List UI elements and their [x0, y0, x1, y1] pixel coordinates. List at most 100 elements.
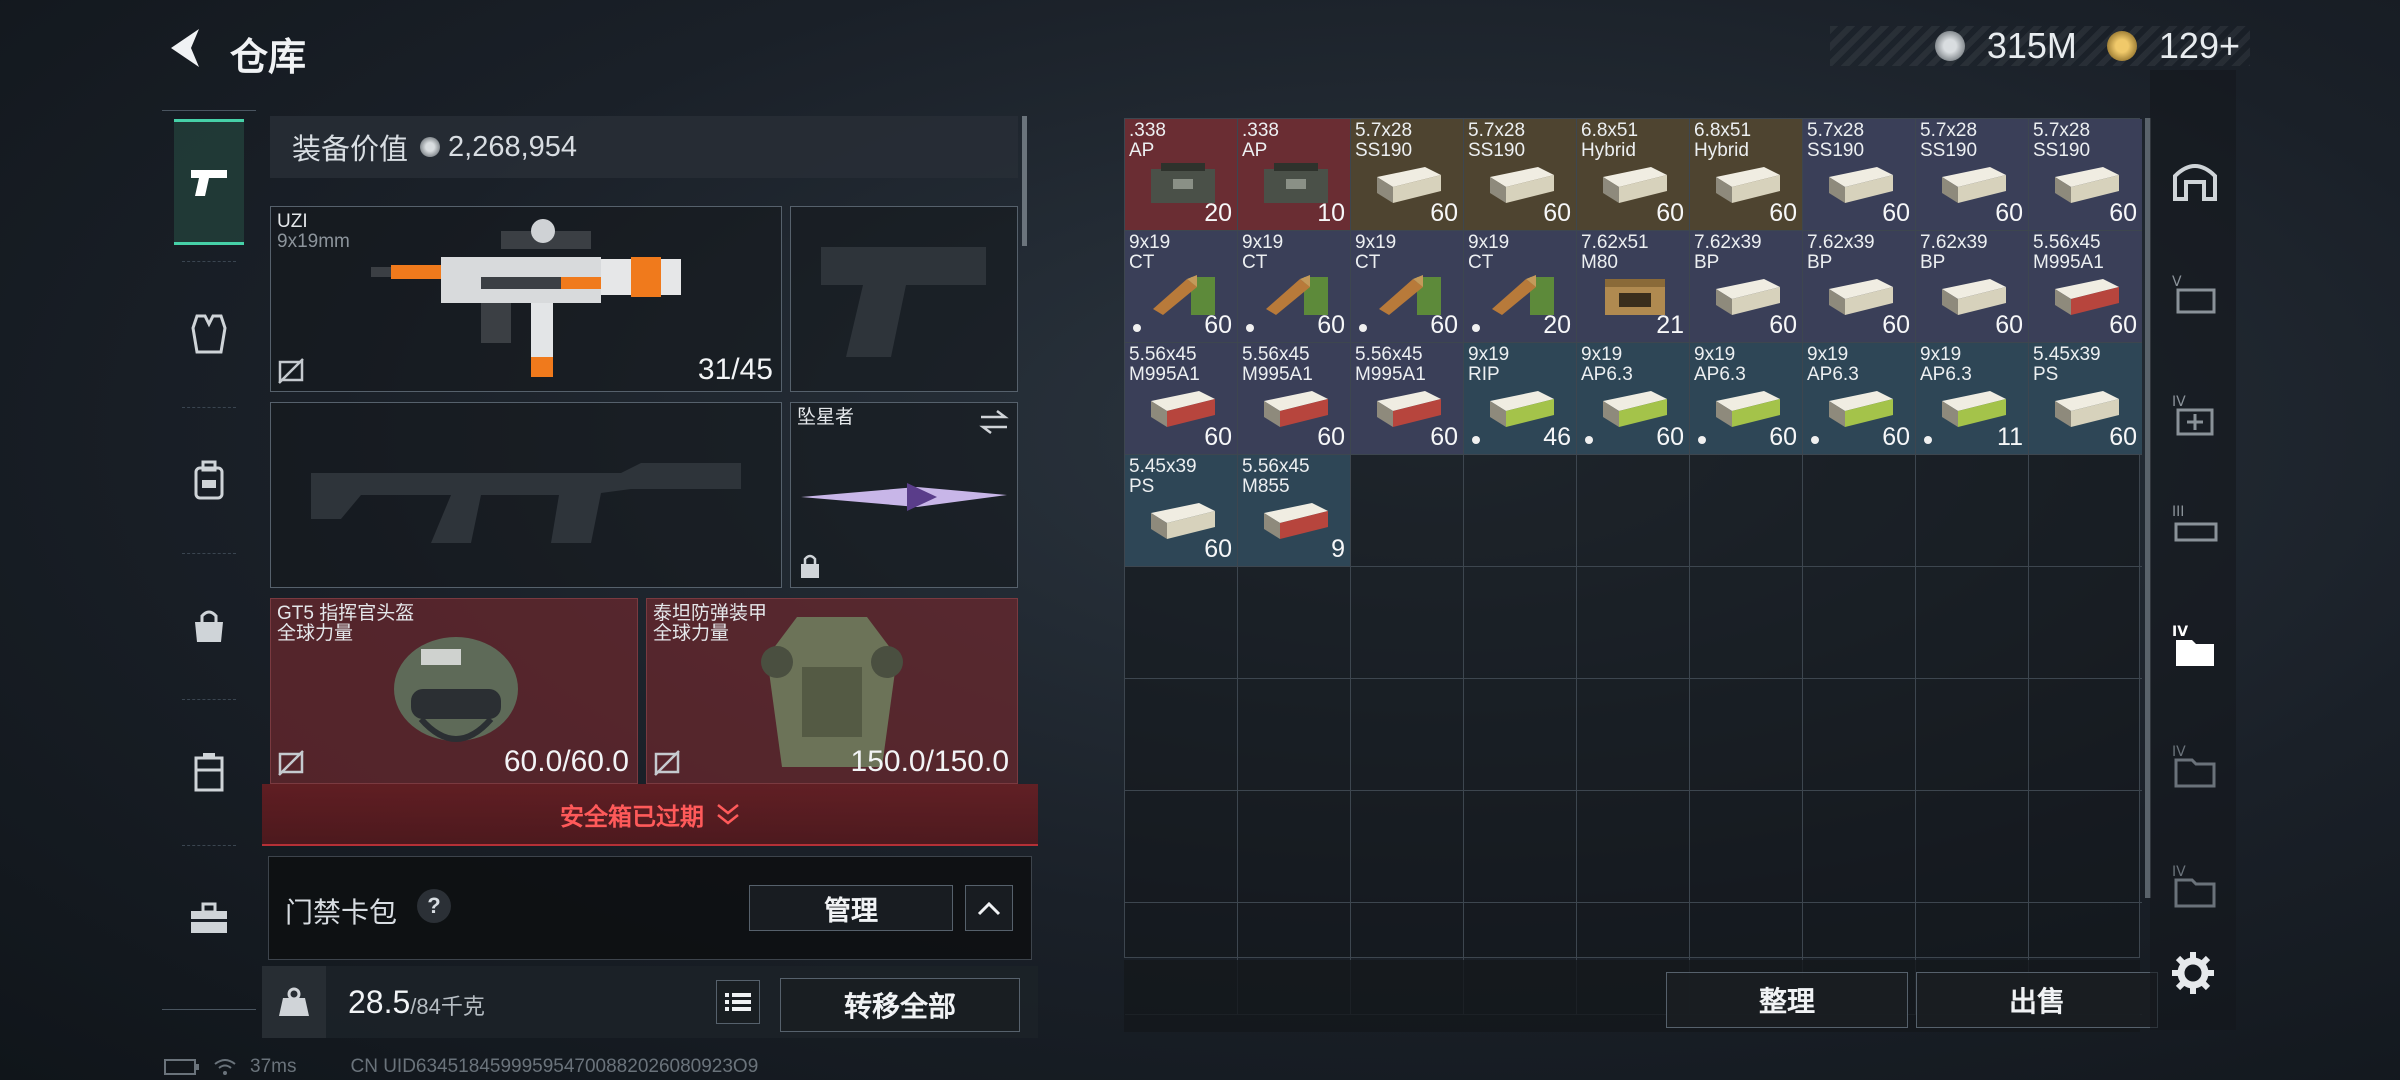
- stash-empty-cell[interactable]: [1803, 455, 1916, 567]
- stash-item[interactable]: 9x19 AP6.3 60: [1690, 343, 1803, 455]
- storage-tab-v-weapons[interactable]: V: [2170, 270, 2220, 320]
- stash-empty-cell[interactable]: [2029, 455, 2142, 567]
- stash-item[interactable]: 9x19 RIP 46: [1464, 343, 1577, 455]
- stash-item[interactable]: 9x19 CT 20: [1464, 231, 1577, 343]
- tab-container[interactable]: [174, 709, 244, 835]
- stash-empty-cell[interactable]: [1803, 679, 1916, 791]
- stash-item[interactable]: 5.56x45 M995A1 60: [1125, 343, 1238, 455]
- settings-button[interactable]: [2170, 950, 2220, 1000]
- stash-empty-cell[interactable]: [1351, 567, 1464, 679]
- storage-tab-main[interactable]: [2170, 154, 2220, 204]
- stash-item[interactable]: 9x19 AP6.3 60: [1577, 343, 1690, 455]
- stash-empty-cell[interactable]: [1577, 679, 1690, 791]
- stash-item[interactable]: 6.8x51 Hybrid 60: [1577, 119, 1690, 231]
- stash-empty-cell[interactable]: [1238, 567, 1351, 679]
- stash-empty-cell[interactable]: [1916, 455, 2029, 567]
- safe-box-expired-banner[interactable]: 安全箱已过期: [262, 784, 1038, 846]
- stash-item[interactable]: 9x19 CT 60: [1238, 231, 1351, 343]
- stash-empty-cell[interactable]: [1803, 791, 1916, 903]
- stash-item[interactable]: 7.62x39 BP 60: [1803, 231, 1916, 343]
- armor-slot[interactable]: 泰坦防弹装甲 全球力量 150.0/150.0: [646, 598, 1018, 784]
- item-quantity: 10: [1317, 199, 1345, 227]
- help-icon[interactable]: ?: [417, 889, 451, 923]
- stash-empty-cell[interactable]: [1577, 791, 1690, 903]
- stash-empty-cell[interactable]: [1125, 567, 1238, 679]
- stash-empty-cell[interactable]: [2029, 679, 2142, 791]
- stash-empty-cell[interactable]: [1690, 791, 1803, 903]
- storage-tab-iv-medical[interactable]: IV: [2170, 390, 2220, 440]
- stash-item[interactable]: 5.7x28 SS190 60: [2029, 119, 2142, 231]
- stash-empty-cell[interactable]: [1577, 455, 1690, 567]
- weight-current: 28.5: [348, 983, 411, 1020]
- stash-item[interactable]: 5.7x28 SS190 60: [1916, 119, 2029, 231]
- stash-empty-cell[interactable]: [1125, 791, 1238, 903]
- stash-empty-cell[interactable]: [1464, 455, 1577, 567]
- stash-empty-cell[interactable]: [1690, 567, 1803, 679]
- tab-vest[interactable]: [174, 271, 244, 397]
- stash-empty-cell[interactable]: [1803, 567, 1916, 679]
- storage-tab-iii-tools[interactable]: III: [2170, 500, 2220, 550]
- stash-item[interactable]: 9x19 AP6.3 11: [1916, 343, 2029, 455]
- stash-empty-cell[interactable]: [1916, 791, 2029, 903]
- card-pack-row: 门禁卡包 ? 管理: [268, 856, 1032, 960]
- stash-item[interactable]: 5.7x28 SS190 60: [1464, 119, 1577, 231]
- stash-empty-cell[interactable]: [1464, 679, 1577, 791]
- stash-item[interactable]: .338 AP 20: [1125, 119, 1238, 231]
- stash-empty-cell[interactable]: [1690, 679, 1803, 791]
- stash-empty-cell[interactable]: [1690, 455, 1803, 567]
- stash-item[interactable]: 6.8x51 Hybrid 60: [1690, 119, 1803, 231]
- stash-empty-cell[interactable]: [1351, 791, 1464, 903]
- stash-empty-cell[interactable]: [1464, 567, 1577, 679]
- item-quantity: 60: [1882, 423, 1910, 451]
- item-caliber: 6.8x51: [1581, 120, 1639, 141]
- back-button[interactable]: [160, 22, 210, 74]
- storage-tab-iv-3[interactable]: IV: [2170, 860, 2220, 910]
- melee-slot[interactable]: 坠星者: [790, 402, 1018, 588]
- tab-backpack[interactable]: [174, 417, 244, 543]
- storage-tab-iv-2[interactable]: IV: [2170, 740, 2220, 790]
- transfer-all-button[interactable]: 转移全部: [780, 978, 1020, 1032]
- stash-empty-cell[interactable]: [1351, 455, 1464, 567]
- item-type: SS190: [1807, 140, 1865, 161]
- stash-empty-cell[interactable]: [2029, 791, 2142, 903]
- stash-empty-cell[interactable]: [1125, 679, 1238, 791]
- stash-item[interactable]: 5.56x45 M995A1 60: [1351, 343, 1464, 455]
- stash-item[interactable]: 7.62x39 BP 60: [1916, 231, 2029, 343]
- stash-item[interactable]: 9x19 CT 60: [1125, 231, 1238, 343]
- stash-item[interactable]: .338 AP 10: [1238, 119, 1351, 231]
- stash-empty-cell[interactable]: [1351, 679, 1464, 791]
- stash-item[interactable]: 5.45x39 PS 60: [1125, 455, 1238, 567]
- sell-button[interactable]: 出售: [1916, 972, 2158, 1028]
- secondary-weapon-slot-empty[interactable]: [270, 402, 782, 588]
- stash-empty-cell[interactable]: [1916, 679, 2029, 791]
- stash-item[interactable]: 5.7x28 SS190 60: [1351, 119, 1464, 231]
- sort-button[interactable]: 整理: [1666, 972, 1908, 1028]
- helmet-slot[interactable]: GT5 指挥官头盔 全球力量 60.0/60.0: [270, 598, 638, 784]
- stash-item[interactable]: 9x19 CT 60: [1351, 231, 1464, 343]
- tab-weapons[interactable]: [174, 119, 244, 245]
- stash-empty-cell[interactable]: [1238, 679, 1351, 791]
- stash-empty-cell[interactable]: [2029, 567, 2142, 679]
- stash-item[interactable]: 5.7x28 SS190 60: [1803, 119, 1916, 231]
- stash-item[interactable]: 5.45x39 PS 60: [2029, 343, 2142, 455]
- manage-button[interactable]: 管理: [749, 885, 953, 931]
- primary-weapon-slot[interactable]: UZI 9x19mm 31/45: [270, 206, 782, 392]
- stash-empty-cell[interactable]: [1464, 791, 1577, 903]
- stash-item[interactable]: 5.56x45 M855 9: [1238, 455, 1351, 567]
- list-view-button[interactable]: [716, 980, 760, 1024]
- stash-item[interactable]: 7.62x51 M80 21: [1577, 231, 1690, 343]
- item-marker-dot: [1472, 324, 1480, 332]
- stash-item[interactable]: 9x19 AP6.3 60: [1803, 343, 1916, 455]
- collapse-button[interactable]: [965, 885, 1013, 931]
- stash-item[interactable]: 7.62x39 BP 60: [1690, 231, 1803, 343]
- storage-tab-iv-active[interactable]: IV: [2170, 620, 2220, 670]
- item-type: CT: [1242, 252, 1268, 273]
- stash-empty-cell[interactable]: [1916, 567, 2029, 679]
- sidearm-slot-empty[interactable]: [790, 206, 1018, 392]
- stash-item[interactable]: 5.56x45 M995A1 60: [1238, 343, 1351, 455]
- stash-item[interactable]: 5.56x45 M995A1 60: [2029, 231, 2142, 343]
- stash-empty-cell[interactable]: [1238, 791, 1351, 903]
- tab-bag[interactable]: [174, 563, 244, 689]
- stash-empty-cell[interactable]: [1577, 567, 1690, 679]
- tab-toolbox[interactable]: [174, 855, 244, 981]
